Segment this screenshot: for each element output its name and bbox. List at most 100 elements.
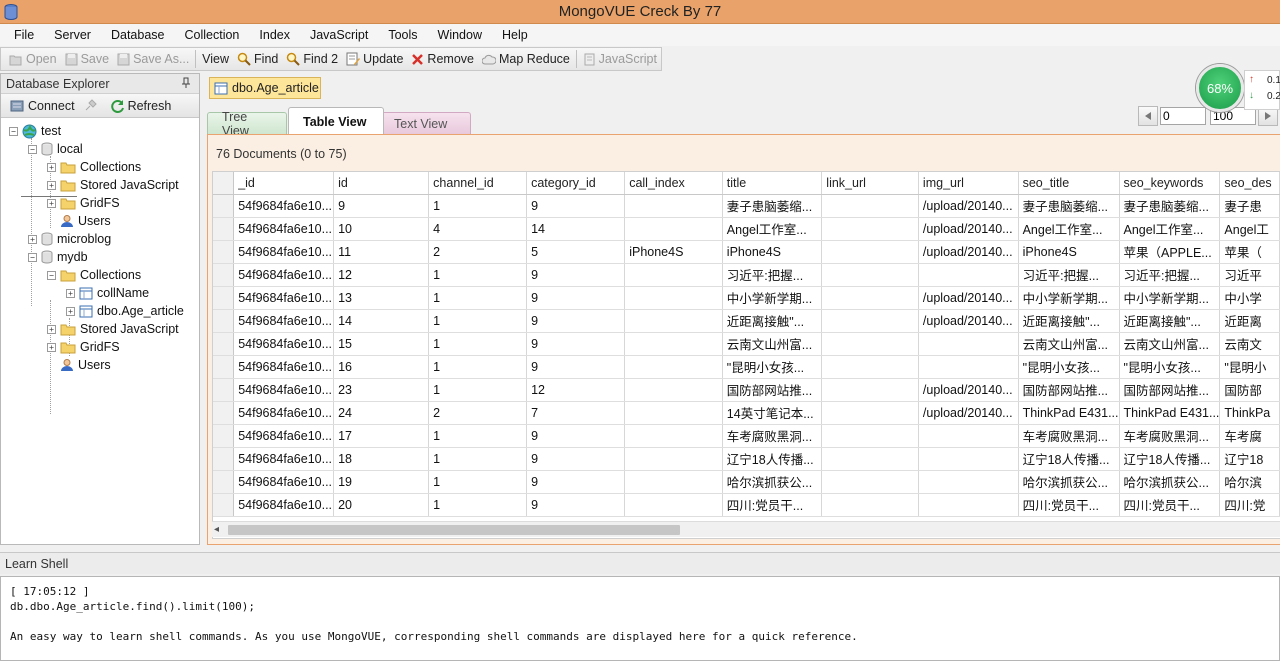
table-cell[interactable]: 1 <box>428 194 528 218</box>
table-cell[interactable]: 哈尔滨抓获公... <box>722 470 823 494</box>
table-cell[interactable] <box>918 493 1019 517</box>
table-cell[interactable]: 云南文山州富... <box>1018 332 1120 356</box>
table-cell[interactable]: /upload/20140... <box>918 194 1019 218</box>
column-header-10[interactable]: seo_des <box>1219 172 1280 195</box>
table-cell[interactable]: 习近平 <box>1219 263 1280 287</box>
table-cell[interactable]: ThinkPa <box>1219 401 1280 425</box>
table-cell[interactable]: 9 <box>333 194 430 218</box>
table-cell[interactable] <box>918 355 1019 379</box>
expand-toggle[interactable]: + <box>28 234 37 244</box>
table-cell[interactable]: 54f9684fa6e10... <box>233 217 335 241</box>
table-cell[interactable]: 10 <box>333 217 430 241</box>
table-cell[interactable]: 辽宁18人传播... <box>722 447 823 471</box>
table-cell[interactable]: 辽宁18人传播... <box>1018 447 1120 471</box>
table-cell[interactable]: 近距离 <box>1219 309 1280 333</box>
table-cell[interactable]: 国防部网站推... <box>722 378 823 402</box>
menu-file[interactable]: File <box>0 28 44 42</box>
table-cell[interactable]: 国防部网站推... <box>1119 378 1221 402</box>
table-cell[interactable]: 苹果（APPLE... <box>1119 240 1221 264</box>
menu-index[interactable]: Index <box>249 28 300 42</box>
table-cell[interactable] <box>624 493 723 517</box>
row-header-corner[interactable] <box>213 172 235 195</box>
table-cell[interactable]: 1 <box>428 332 528 356</box>
table-cell[interactable]: 四川:党员干... <box>1018 493 1120 517</box>
table-cell[interactable]: 近距离接触"... <box>722 309 823 333</box>
tree-node-mydb-collections[interactable]: − Collections <box>47 266 141 284</box>
row-header[interactable] <box>213 263 235 287</box>
menu-tools[interactable]: Tools <box>378 28 427 42</box>
collapse-toggle[interactable]: − <box>47 270 56 280</box>
table-cell[interactable]: 习近平:把握... <box>1018 263 1120 287</box>
menu-server[interactable]: Server <box>44 28 101 42</box>
table-cell[interactable]: /upload/20140... <box>918 217 1019 241</box>
table-cell[interactable]: 妻子患脑萎缩... <box>722 194 823 218</box>
table-cell[interactable]: 1 <box>428 286 528 310</box>
menu-collection[interactable]: Collection <box>175 28 250 42</box>
table-cell[interactable] <box>821 194 919 218</box>
previous-page-button[interactable] <box>1138 106 1158 126</box>
tree-node-collname[interactable]: + collName <box>66 284 149 302</box>
table-cell[interactable]: iPhone4S <box>722 240 823 264</box>
column-header-4[interactable]: call_index <box>624 172 723 195</box>
row-header[interactable] <box>213 447 235 471</box>
table-row[interactable]: 54f9684fa6e10... 20 1 9 四川:党员干... 四川:党员干... 四川… <box>213 493 1280 517</box>
table-row[interactable]: 54f9684fa6e10... 15 1 9 云南文山州富... 云南文山州富... 云南… <box>213 332 1280 356</box>
table-cell[interactable] <box>624 286 723 310</box>
table-cell[interactable] <box>821 309 919 333</box>
table-cell[interactable]: 20 <box>333 493 430 517</box>
table-cell[interactable]: 1 <box>428 263 528 287</box>
row-header[interactable] <box>213 401 235 425</box>
column-header-9[interactable]: seo_keywords <box>1119 172 1221 195</box>
table-cell[interactable]: 54f9684fa6e10... <box>233 378 335 402</box>
save-as-button[interactable]: Save As... <box>113 49 193 69</box>
table-cell[interactable]: 近距离接触"... <box>1119 309 1221 333</box>
table-cell[interactable]: 12 <box>333 263 430 287</box>
column-header-6[interactable]: link_url <box>821 172 919 195</box>
table-cell[interactable]: 18 <box>333 447 430 471</box>
table-cell[interactable]: 1 <box>428 493 528 517</box>
table-cell[interactable]: 四川:党 <box>1219 493 1280 517</box>
table-cell[interactable]: 车考腐败黑洞... <box>722 424 823 448</box>
skip-input[interactable] <box>1160 107 1206 125</box>
column-header-7[interactable]: img_url <box>918 172 1019 195</box>
table-cell[interactable]: 5 <box>526 240 626 264</box>
table-cell[interactable]: 云南文 <box>1219 332 1280 356</box>
table-cell[interactable]: 54f9684fa6e10... <box>233 286 335 310</box>
table-cell[interactable]: 9 <box>526 286 626 310</box>
table-cell[interactable]: 54f9684fa6e10... <box>233 332 335 356</box>
table-cell[interactable] <box>624 194 723 218</box>
collapse-toggle[interactable]: − <box>28 252 37 262</box>
table-cell[interactable]: 1 <box>428 378 528 402</box>
table-cell[interactable]: 四川:党员干... <box>1119 493 1221 517</box>
tree-node-mydb-users[interactable]: Users <box>60 356 111 374</box>
remove-button[interactable]: Remove <box>407 49 478 69</box>
table-cell[interactable]: "昆明小女孩... <box>1119 355 1221 379</box>
table-cell[interactable]: 苹果（ <box>1219 240 1280 264</box>
table-cell[interactable]: iPhone4S <box>1018 240 1120 264</box>
table-row[interactable]: 54f9684fa6e10... 18 1 9 辽宁18人传播... 辽宁18人传播...… <box>213 447 1280 471</box>
table-cell[interactable]: 中小学新学期... <box>1018 286 1120 310</box>
table-cell[interactable]: 2 <box>428 401 528 425</box>
table-row[interactable]: 54f9684fa6e10... 10 4 14 Angel工作室.../upload/… <box>213 217 1280 241</box>
tab-text-view[interactable]: Text View <box>379 112 471 134</box>
table-cell[interactable]: 54f9684fa6e10... <box>233 447 335 471</box>
find2-button[interactable]: Find 2 <box>282 49 342 69</box>
row-header[interactable] <box>213 424 235 448</box>
expand-toggle[interactable]: + <box>47 324 56 334</box>
table-cell[interactable]: 4 <box>428 217 528 241</box>
table-cell[interactable]: 中小学新学期... <box>1119 286 1221 310</box>
table-cell[interactable]: 车考腐败黑洞... <box>1119 424 1221 448</box>
column-header-8[interactable]: seo_title <box>1018 172 1120 195</box>
table-cell[interactable]: Angel工作室... <box>1018 217 1120 241</box>
table-cell[interactable] <box>821 401 919 425</box>
table-cell[interactable]: 哈尔滨抓获公... <box>1119 470 1221 494</box>
table-cell[interactable]: 1 <box>428 447 528 471</box>
table-cell[interactable] <box>918 447 1019 471</box>
table-cell[interactable]: 11 <box>333 240 430 264</box>
table-cell[interactable]: 7 <box>526 401 626 425</box>
tree-node-microblog[interactable]: + microblog <box>28 230 111 248</box>
table-cell[interactable]: "昆明小 <box>1219 355 1280 379</box>
table-cell[interactable]: 1 <box>428 470 528 494</box>
table-cell[interactable] <box>821 263 919 287</box>
row-header[interactable] <box>213 355 235 379</box>
